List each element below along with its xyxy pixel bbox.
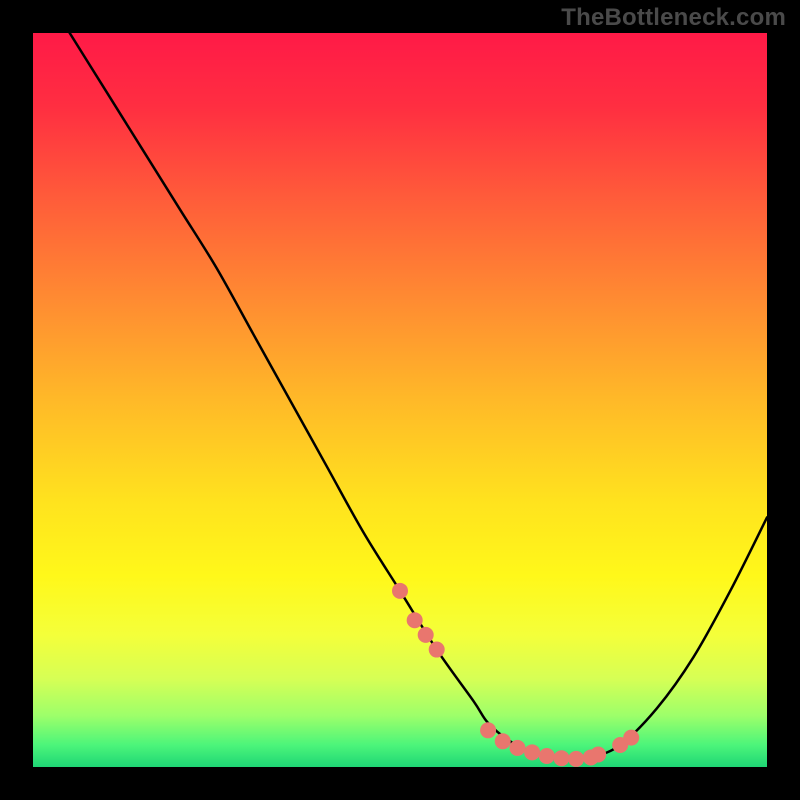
data-marker [553,750,569,766]
data-marker [568,751,584,767]
data-marker [429,642,445,658]
data-marker [418,627,434,643]
data-marker [407,612,423,628]
gradient-background [33,33,767,767]
data-marker [623,730,639,746]
plot-area [33,33,767,767]
data-marker [392,583,408,599]
watermark-text: TheBottleneck.com [561,4,786,32]
data-marker [509,740,525,756]
data-marker [524,744,540,760]
bottleneck-curve-chart [33,33,767,767]
data-marker [539,748,555,764]
chart-frame: TheBottleneck.com [0,0,800,800]
data-marker [590,747,606,763]
data-marker [495,733,511,749]
data-marker [480,722,496,738]
